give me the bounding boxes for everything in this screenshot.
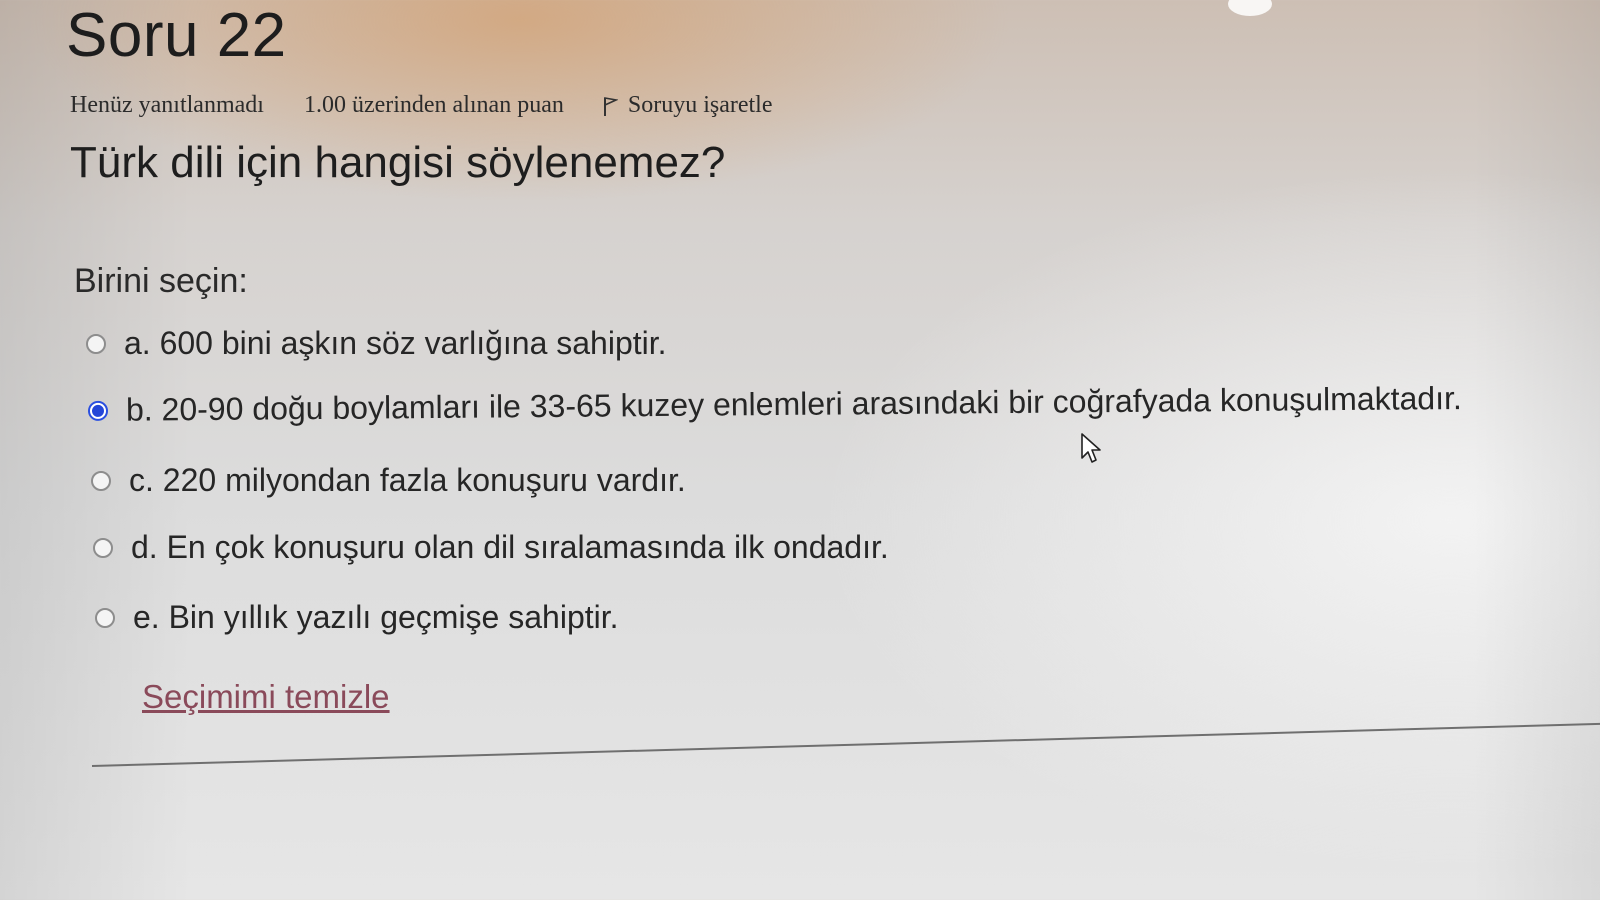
answer-option-b-label: b. 20-90 doğu boylamları ile 33-65 kuzey…	[125, 380, 1462, 428]
screen-vignette	[0, 0, 1600, 900]
answer-option-e-label: e. Bin yıllık yazılı geçmişe sahiptir.	[133, 599, 619, 635]
radio-e[interactable]	[95, 607, 115, 628]
corner-logo	[1228, 0, 1272, 16]
question-state: Henüz yanıtlanmadı	[70, 92, 264, 118]
clear-selection-link[interactable]: Seçimimi temizle	[142, 678, 390, 716]
flag-icon	[603, 96, 618, 116]
answer-option-a[interactable]: a. 600 bini aşkın söz varlığına sahiptir…	[86, 325, 667, 362]
flag-question-button[interactable]: Soruyu işaretle	[602, 92, 773, 119]
mouse-pointer-icon	[1081, 433, 1101, 463]
question-title: Soru 22	[66, 1, 287, 70]
flag-question-label: Soruyu işaretle	[627, 92, 773, 118]
answer-option-d-label: d. En çok konuşuru olan dil sıralamasınd…	[131, 529, 889, 565]
question-info: Henüz yanıtlanmadı 1.00 üzerinden alınan…	[70, 92, 773, 119]
section-divider	[91, 722, 1600, 767]
answer-option-c-label: c. 220 milyondan fazla konuşuru vardır.	[129, 462, 686, 498]
question-text: Türk dili için hangisi söylenemez?	[70, 138, 726, 187]
answer-option-e[interactable]: e. Bin yıllık yazılı geçmişe sahiptir.	[95, 599, 619, 636]
radio-a[interactable]	[86, 333, 106, 354]
answer-option-a-label: a. 600 bini aşkın söz varlığına sahiptir…	[124, 325, 667, 361]
answer-prompt: Birini seçin:	[74, 262, 248, 300]
answer-option-c[interactable]: c. 220 milyondan fazla konuşuru vardır.	[91, 462, 686, 499]
answer-option-b[interactable]: b. 20-90 doğu boylamları ile 33-65 kuzey…	[87, 380, 1462, 429]
answer-option-d[interactable]: d. En çok konuşuru olan dil sıralamasınd…	[93, 529, 889, 566]
radio-d[interactable]	[93, 537, 113, 558]
question-grade: 1.00 üzerinden alınan puan	[303, 92, 564, 118]
radio-b[interactable]	[87, 400, 109, 421]
radio-c[interactable]	[91, 470, 111, 491]
